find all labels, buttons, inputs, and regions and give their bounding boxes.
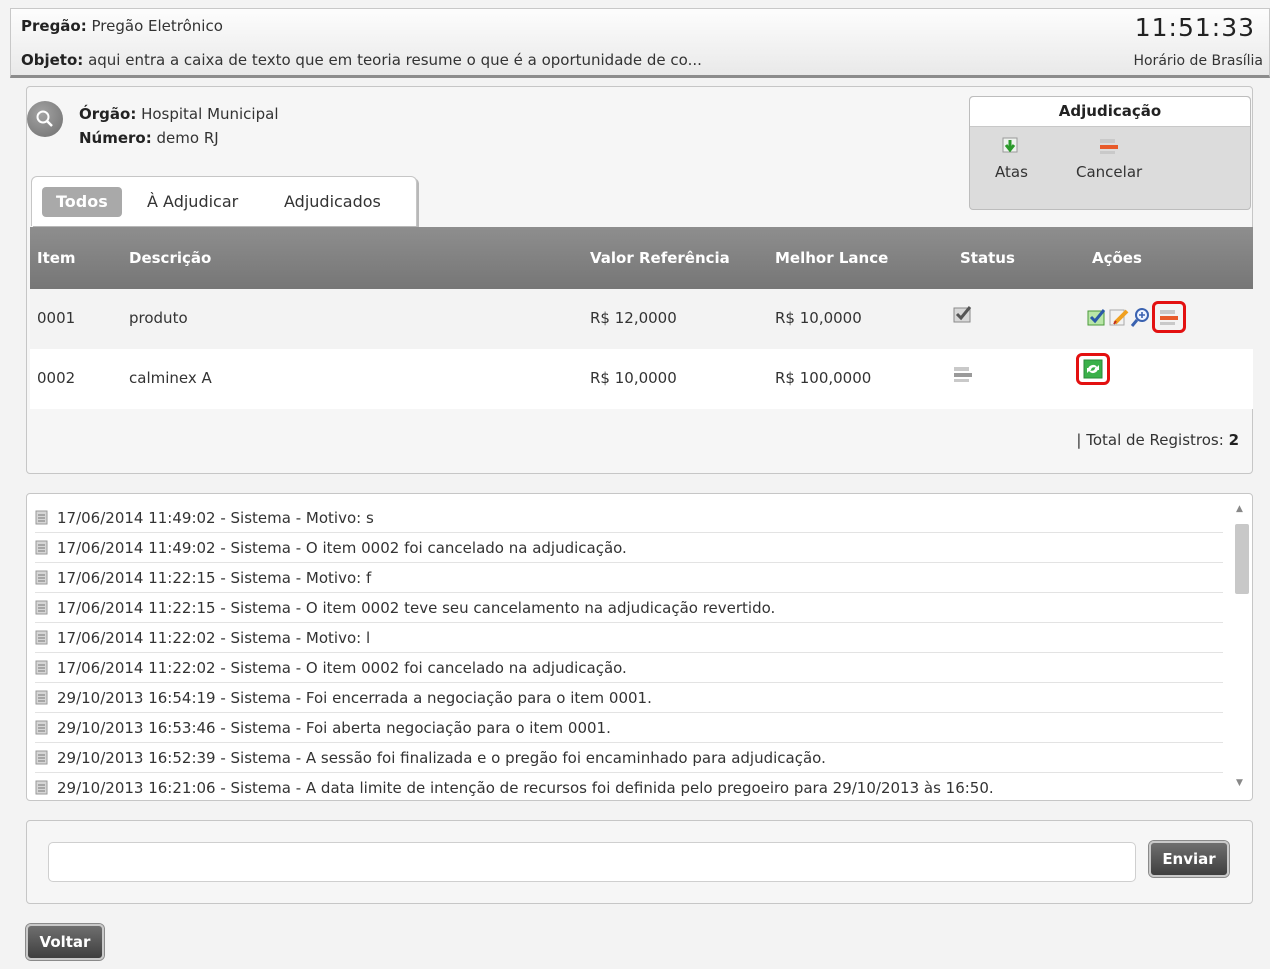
download-icon <box>1002 137 1018 153</box>
clock: 11:51:33 <box>1134 13 1255 42</box>
objeto-line: Objeto: aqui entra a caixa de texto que … <box>21 51 702 69</box>
cancelar-button[interactable]: Cancelar <box>1076 135 1142 181</box>
numero-line: Número: demo RJ <box>79 129 219 147</box>
log-text: 29/10/2013 16:54:19 - Sistema - Foi ence… <box>57 689 652 707</box>
cell-descricao: calminex A <box>129 369 212 387</box>
message-panel: Enviar <box>26 820 1253 904</box>
cancelled-status-icon <box>952 363 974 385</box>
tab-todos[interactable]: Todos <box>42 187 122 217</box>
table-row: 0002 calminex A R$ 10,0000 R$ 100,0000 <box>30 349 1253 409</box>
tab-a-adjudicar[interactable]: À Adjudicar <box>147 187 238 217</box>
total-records: | Total de Registros: 2 <box>1076 431 1239 449</box>
page-header: Pregão: Pregão Eletrônico Objeto: aqui e… <box>10 8 1270 78</box>
log-icon <box>35 600 48 615</box>
total-value: 2 <box>1228 431 1239 449</box>
cancel-icon[interactable] <box>1158 306 1180 328</box>
col-melhor-lance: Melhor Lance <box>775 249 889 267</box>
log-icon <box>35 540 48 555</box>
orgao-line: Órgão: Hospital Municipal <box>79 105 278 123</box>
log-icon <box>35 750 48 765</box>
send-button[interactable]: Enviar <box>1149 841 1229 877</box>
row-actions <box>1076 353 1110 385</box>
table-header: Item Descrição Valor Referência Melhor L… <box>30 227 1253 289</box>
log-icon <box>35 630 48 645</box>
orgao-value: Hospital Municipal <box>141 105 279 123</box>
adjudicate-icon[interactable] <box>1086 306 1108 328</box>
log-entry: 17/06/2014 11:22:15 - Sistema - Motivo: … <box>35 563 1223 593</box>
main-panel: Órgão: Hospital Municipal Número: demo R… <box>26 86 1253 474</box>
tab-bar: Todos À Adjudicar Adjudicados <box>31 176 417 226</box>
check-status-icon <box>952 303 974 325</box>
adjudicacao-title: Adjudicação <box>970 97 1250 127</box>
search-icon[interactable] <box>27 101 63 137</box>
tab-adjudicados[interactable]: Adjudicados <box>284 187 381 217</box>
log-entry: 29/10/2013 16:52:39 - Sistema - A sessão… <box>35 743 1223 773</box>
cancel-icon <box>1100 139 1119 154</box>
col-descricao: Descrição <box>129 249 212 267</box>
total-label: | Total de Registros: <box>1076 431 1224 449</box>
log-text: 29/10/2013 16:21:06 - Sistema - A data l… <box>57 779 994 797</box>
log-entry: 17/06/2014 11:22:02 - Sistema - Motivo: … <box>35 623 1223 653</box>
log-icon <box>35 780 48 795</box>
col-status: Status <box>960 249 1015 267</box>
log-entry: 29/10/2013 16:21:06 - Sistema - A data l… <box>35 773 1223 800</box>
highlight-revert <box>1076 353 1110 385</box>
scroll-thumb[interactable] <box>1235 524 1249 594</box>
zoom-icon[interactable] <box>1130 306 1152 328</box>
log-entry: 29/10/2013 16:53:46 - Sistema - Foi aber… <box>35 713 1223 743</box>
cancelar-label: Cancelar <box>1076 163 1143 181</box>
log-text: 17/06/2014 11:49:02 - Sistema - O item 0… <box>57 539 627 557</box>
cell-melhor-lance: R$ 100,0000 <box>775 369 872 387</box>
message-input[interactable] <box>48 842 1136 882</box>
cell-item: 0002 <box>37 369 76 387</box>
log-text: 17/06/2014 11:22:02 - Sistema - Motivo: … <box>57 629 371 647</box>
log-text: 29/10/2013 16:53:46 - Sistema - Foi aber… <box>57 719 611 737</box>
log-entry: 17/06/2014 11:22:02 - Sistema - O item 0… <box>35 653 1223 683</box>
cell-valor-referencia: R$ 10,0000 <box>590 369 677 387</box>
log-entry: 17/06/2014 11:49:02 - Sistema - O item 0… <box>35 533 1223 563</box>
log-scrollbar[interactable]: ▲ ▼ <box>1232 498 1250 798</box>
log-icon <box>35 720 48 735</box>
back-button[interactable]: Voltar <box>26 924 104 960</box>
log-text: 17/06/2014 11:22:15 - Sistema - Motivo: … <box>57 569 372 587</box>
table-row: 0001 produto R$ 12,0000 R$ 10,0000 <box>30 289 1253 349</box>
log-icon <box>35 570 48 585</box>
numero-value: demo RJ <box>156 129 219 147</box>
scroll-down-icon[interactable]: ▼ <box>1236 778 1243 788</box>
clock-timezone: Horário de Brasília <box>1133 53 1263 69</box>
atas-button[interactable]: Atas <box>995 135 1028 181</box>
log-text: 17/06/2014 11:49:02 - Sistema - Motivo: … <box>57 509 374 527</box>
cell-item: 0001 <box>37 309 76 327</box>
log-entry: 17/06/2014 11:22:15 - Sistema - O item 0… <box>35 593 1223 623</box>
col-item: Item <box>37 249 76 267</box>
col-acoes: Ações <box>1092 249 1142 267</box>
log-entry: 29/10/2013 16:54:19 - Sistema - Foi ence… <box>35 683 1223 713</box>
highlight-cancel <box>1152 301 1186 333</box>
orgao-label: Órgão: <box>79 105 137 123</box>
objeto-label: Objeto: <box>21 51 84 69</box>
log-text: 17/06/2014 11:22:15 - Sistema - O item 0… <box>57 599 776 617</box>
log-text: 29/10/2013 16:52:39 - Sistema - A sessão… <box>57 749 826 767</box>
cell-melhor-lance: R$ 10,0000 <box>775 309 862 327</box>
adjudicacao-panel: Adjudicação Atas Cancelar <box>969 96 1251 210</box>
log-text: 17/06/2014 11:22:02 - Sistema - O item 0… <box>57 659 627 677</box>
objeto-value: aqui entra a caixa de texto que em teori… <box>88 51 702 69</box>
cell-valor-referencia: R$ 12,0000 <box>590 309 677 327</box>
edit-icon[interactable] <box>1108 306 1130 328</box>
pregao-line: Pregão: Pregão Eletrônico <box>21 17 223 35</box>
log-icon <box>35 660 48 675</box>
col-valor-referencia: Valor Referência <box>590 249 730 267</box>
atas-label: Atas <box>995 163 1028 181</box>
row-actions <box>1086 301 1186 333</box>
cell-descricao: produto <box>129 309 188 327</box>
log-icon <box>35 510 48 525</box>
numero-label: Número: <box>79 129 152 147</box>
log-panel[interactable]: 17/06/2014 11:49:02 - Sistema - Motivo: … <box>26 493 1253 801</box>
log-entry: 17/06/2014 11:49:02 - Sistema - Motivo: … <box>35 503 1223 533</box>
scroll-up-icon[interactable]: ▲ <box>1236 504 1243 514</box>
revert-icon[interactable] <box>1082 358 1104 380</box>
pregao-label: Pregão: <box>21 17 87 35</box>
pregao-value: Pregão Eletrônico <box>91 17 223 35</box>
log-icon <box>35 690 48 705</box>
